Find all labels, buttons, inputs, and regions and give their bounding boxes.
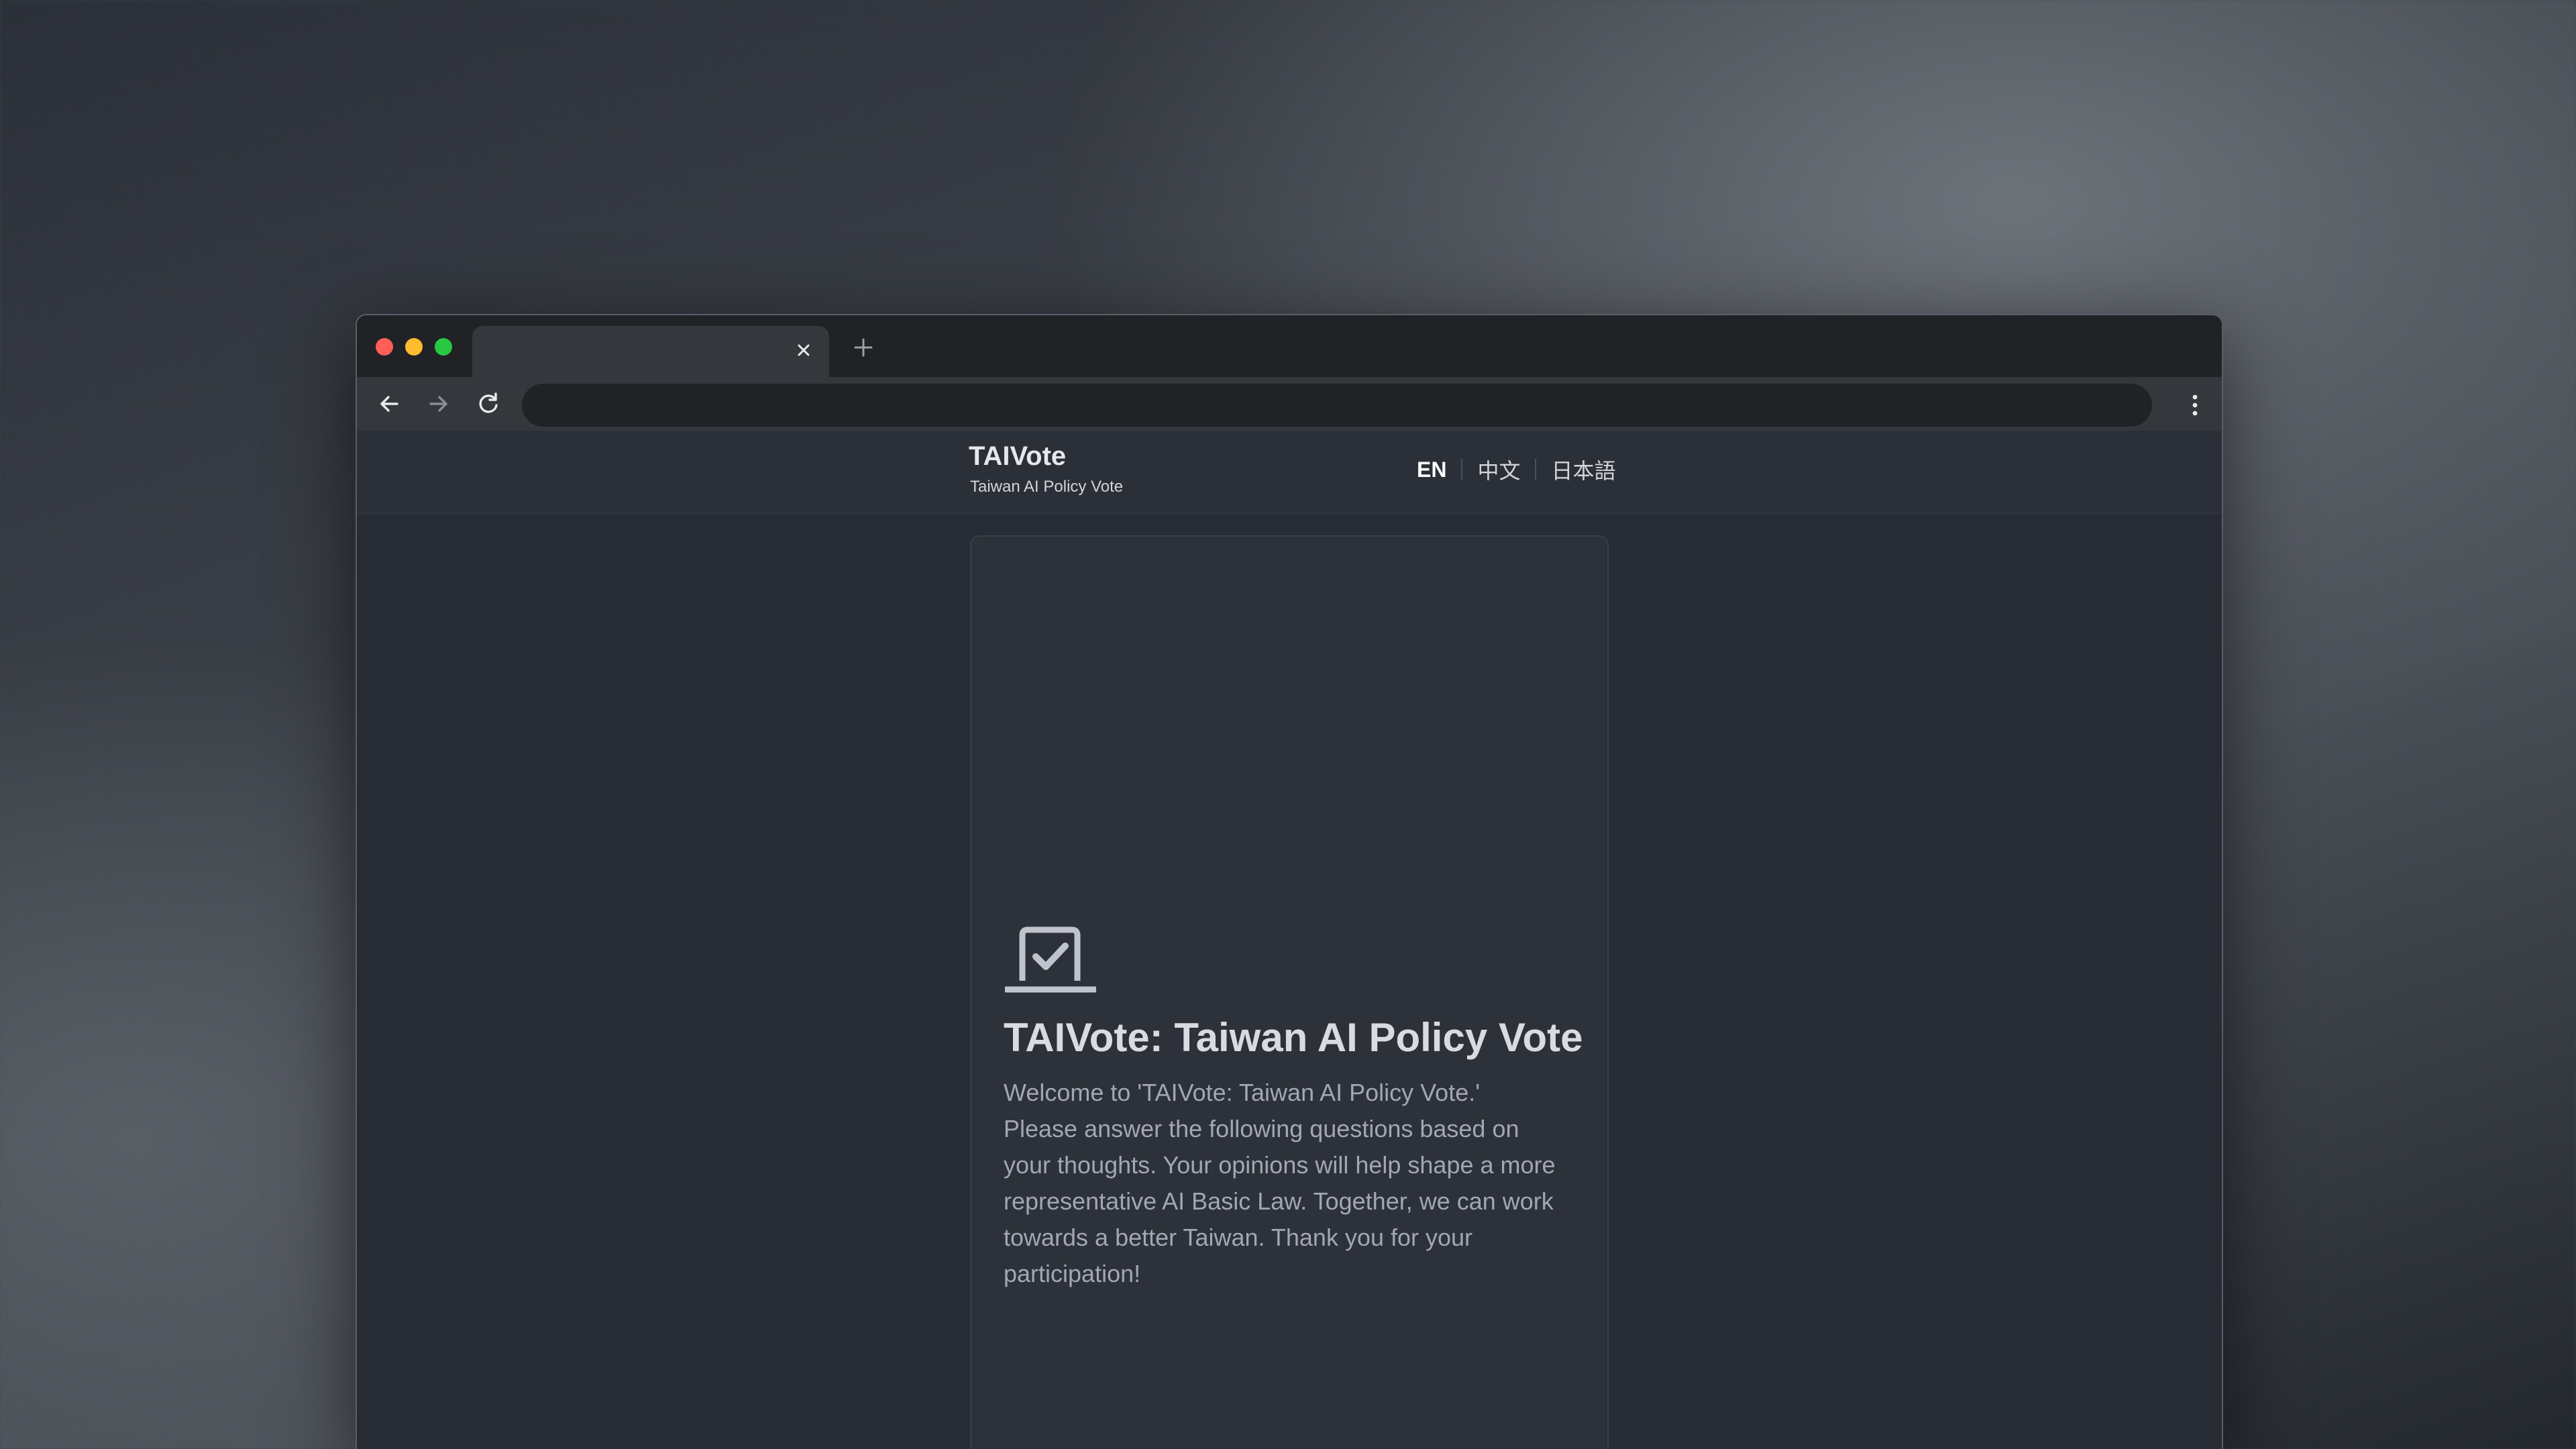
site-subtitle: Taiwan AI Policy Vote xyxy=(970,478,1124,496)
kebab-menu-icon[interactable] xyxy=(2188,392,2202,419)
web-page: TAIVote Taiwan AI Policy Vote EN 中文 日本語 … xyxy=(357,431,2222,1449)
site-title[interactable]: TAIVote xyxy=(969,441,1066,472)
browser-toolbar xyxy=(357,377,2222,431)
lang-option-en[interactable]: EN xyxy=(1417,458,1446,482)
browser-tab[interactable] xyxy=(472,326,829,377)
arrow-right-icon[interactable] xyxy=(424,389,453,419)
lang-divider xyxy=(1535,459,1537,480)
site-header: TAIVote Taiwan AI Policy Vote EN 中文 日本語 xyxy=(357,431,2222,514)
card-title: TAIVote: Taiwan AI Policy Vote xyxy=(1004,1015,1583,1060)
window-maximize-button[interactable] xyxy=(435,338,452,356)
card-description: Welcome to 'TAIVote: Taiwan AI Policy Vo… xyxy=(1004,1079,1556,1287)
plus-icon[interactable] xyxy=(850,334,877,361)
address-bar[interactable] xyxy=(522,384,2152,427)
lang-option-zh[interactable]: 中文 xyxy=(1477,454,1520,485)
window-minimize-button[interactable] xyxy=(405,338,423,356)
close-icon[interactable] xyxy=(792,338,816,362)
tab-strip xyxy=(357,315,2222,377)
window-close-button[interactable] xyxy=(376,338,393,356)
language-switcher: EN 中文 日本語 xyxy=(1417,455,1615,484)
intro-card: TAIVote: Taiwan AI Policy Vote Welcome t… xyxy=(970,535,1609,1449)
lang-divider xyxy=(1461,459,1463,480)
arrow-left-icon[interactable] xyxy=(374,389,404,419)
lang-option-ja[interactable]: 日本語 xyxy=(1551,454,1615,485)
reload-icon[interactable] xyxy=(474,389,503,419)
browser-window: TAIVote Taiwan AI Policy Vote EN 中文 日本語 … xyxy=(356,314,2223,1449)
ballot-box-check-icon xyxy=(1005,926,1096,993)
